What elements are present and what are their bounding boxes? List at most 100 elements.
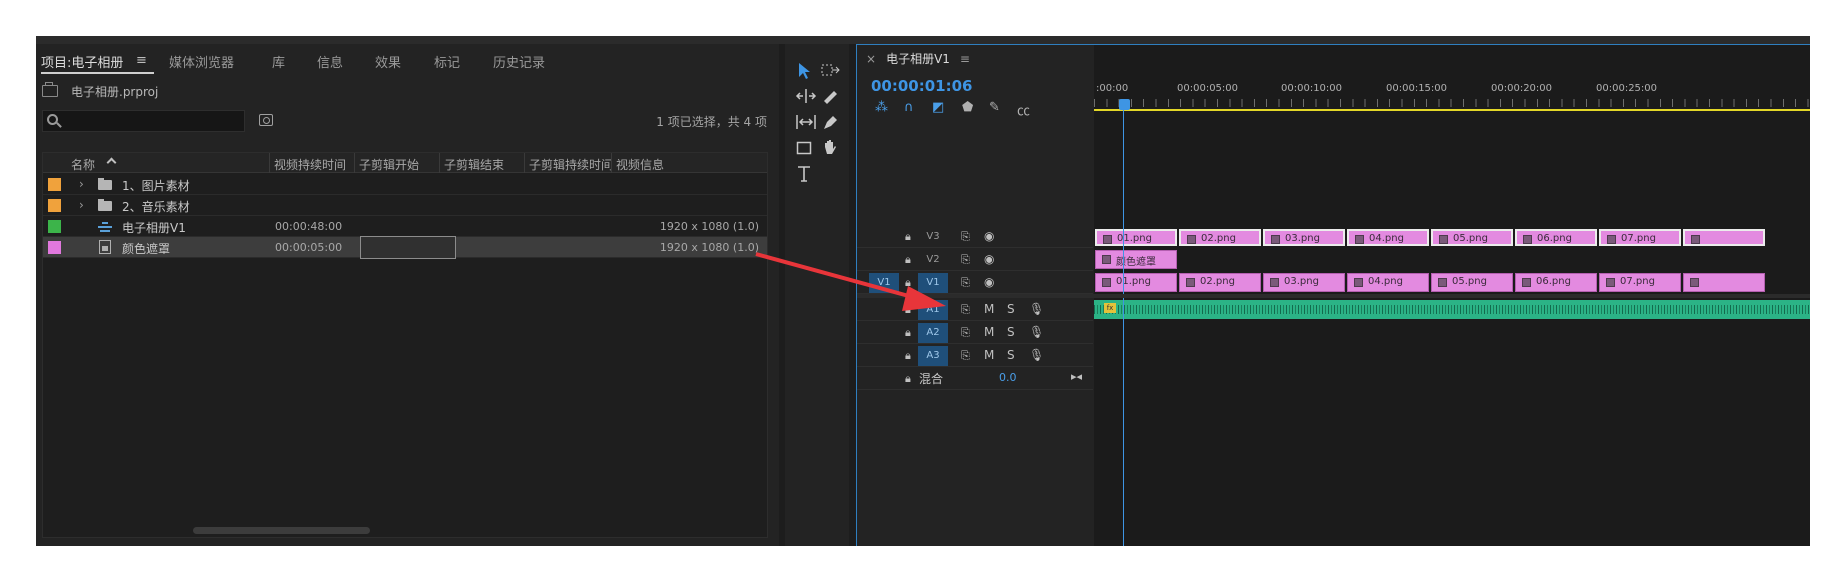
col-subclip-start[interactable]: 子剪辑开始 — [359, 156, 419, 173]
clip[interactable]: 05.png — [1431, 229, 1513, 246]
add-marker-icon[interactable]: ⬟ — [962, 100, 973, 115]
microphone-icon[interactable]: 🎙︎ — [1029, 325, 1044, 339]
panel-menu-icon[interactable]: ≡ — [960, 52, 970, 66]
linked-selection-icon[interactable]: ◩ — [932, 100, 944, 115]
solo-button[interactable]: S — [1007, 348, 1015, 362]
microphone-icon[interactable]: 🎙︎ — [1029, 302, 1044, 316]
track-name[interactable]: V2 — [918, 250, 948, 270]
col-video-duration[interactable]: 视频持续时间 — [274, 156, 346, 173]
label-color-swatch[interactable] — [48, 199, 61, 212]
sync-lock-icon[interactable]: ⎘ — [961, 253, 970, 267]
clip[interactable]: 07.png — [1599, 273, 1681, 292]
find-bin-icon[interactable] — [259, 114, 273, 126]
pen-tool-icon[interactable] — [821, 114, 839, 130]
tab-markers[interactable]: 标记 — [434, 52, 460, 71]
list-item[interactable]: › 1、图片素材 — [43, 174, 767, 195]
lock-icon[interactable]: 🔒︎ — [905, 303, 911, 317]
search-input[interactable] — [42, 110, 245, 132]
wrench-settings-icon[interactable]: ✎ — [989, 100, 1000, 115]
time-ruler[interactable]: :00:00 00:00:05:00 00:00:10:00 00:00:15:… — [1094, 77, 1810, 109]
lock-icon[interactable]: 🔒︎ — [905, 326, 911, 340]
ripple-edit-tool-icon[interactable] — [795, 88, 817, 104]
type-tool-icon[interactable] — [796, 165, 814, 183]
clip[interactable]: 06.png — [1515, 273, 1597, 292]
clip[interactable]: 02.png — [1179, 273, 1261, 292]
clip[interactable] — [1683, 273, 1765, 292]
clip[interactable]: 06.png — [1515, 229, 1597, 246]
lock-icon[interactable]: 🔒︎ — [905, 349, 911, 363]
color-matte-clip[interactable]: 颜色遮罩 — [1095, 250, 1177, 269]
mute-button[interactable]: M — [984, 348, 994, 362]
tab-effects[interactable]: 效果 — [375, 52, 401, 71]
playhead-line[interactable] — [1123, 99, 1124, 546]
mute-button[interactable]: M — [984, 302, 994, 316]
sync-lock-icon[interactable]: ⎘ — [961, 349, 970, 363]
source-patch-v1[interactable]: V1 — [869, 273, 899, 293]
mute-button[interactable]: M — [984, 325, 994, 339]
col-video-info[interactable]: 视频信息 — [616, 156, 664, 173]
label-color-swatch[interactable] — [48, 220, 61, 233]
col-name[interactable]: 名称 — [71, 156, 95, 173]
tab-history[interactable]: 历史记录 — [493, 52, 545, 71]
eye-icon[interactable]: ◉ — [984, 275, 994, 289]
expand-arrow-icon[interactable]: › — [79, 198, 84, 212]
tab-media-browser[interactable]: 媒体浏览器 — [169, 52, 234, 71]
clip[interactable]: 03.png — [1263, 229, 1345, 246]
col-subclip-end[interactable]: 子剪辑结束 — [444, 156, 504, 173]
track-name[interactable]: V3 — [918, 227, 948, 247]
track-name[interactable]: V1 — [918, 273, 948, 293]
hand-tool-icon[interactable] — [821, 138, 839, 156]
sync-lock-icon[interactable]: ⎘ — [961, 276, 970, 290]
horizontal-scrollbar[interactable] — [193, 527, 370, 534]
go-to-end-icon[interactable]: ▸◂ — [1071, 370, 1082, 383]
slip-tool-icon[interactable] — [795, 114, 817, 130]
solo-button[interactable]: S — [1007, 302, 1015, 316]
clip[interactable]: 02.png — [1179, 229, 1261, 246]
tab-info[interactable]: 信息 — [317, 52, 343, 71]
list-item[interactable]: 颜色遮罩 00:00:05:00 1920 x 1080 (1.0) — [43, 236, 767, 259]
work-area-bar[interactable] — [1094, 109, 1810, 111]
lock-icon[interactable]: 🔒︎ — [905, 230, 911, 244]
clip[interactable]: 04.png — [1347, 273, 1429, 292]
list-item[interactable]: › 2、音乐素材 — [43, 195, 767, 216]
lock-icon[interactable]: 🔒︎ — [905, 253, 911, 267]
solo-button[interactable]: S — [1007, 325, 1015, 339]
clip[interactable]: 07.png — [1599, 229, 1681, 246]
sync-lock-icon[interactable]: ⎘ — [961, 230, 970, 244]
captions-icon[interactable]: ㏄ — [1017, 100, 1030, 119]
sort-ascending-icon[interactable] — [106, 157, 117, 168]
sync-lock-icon[interactable]: ⎘ — [961, 326, 970, 340]
track-select-tool-icon[interactable] — [821, 63, 841, 77]
clip[interactable]: 01.png — [1095, 273, 1177, 292]
mix-volume-value[interactable]: 0.0 — [999, 371, 1017, 384]
playhead-handle[interactable] — [1119, 99, 1130, 110]
sequence-tab[interactable]: × 电子相册V1 ≡ — [866, 50, 970, 67]
playhead-timecode[interactable]: 00:00:01:06 — [871, 77, 973, 95]
audio-clip[interactable]: fx — [1094, 300, 1810, 319]
track-name[interactable]: A3 — [918, 346, 948, 366]
tab-project[interactable]: 项目:电子相册 — [41, 52, 123, 71]
microphone-icon[interactable]: 🎙︎ — [1029, 348, 1044, 362]
sync-lock-icon[interactable]: ⎘ — [961, 303, 970, 317]
clip[interactable]: 04.png — [1347, 229, 1429, 246]
lock-icon[interactable]: 🔒︎ — [905, 276, 911, 290]
col-subclip-duration[interactable]: 子剪辑持续时间 — [529, 156, 613, 173]
nest-sequence-icon[interactable]: ⁂ — [875, 100, 888, 115]
tab-libraries[interactable]: 库 — [272, 52, 285, 71]
clip[interactable]: 05.png — [1431, 273, 1513, 292]
track-name[interactable]: A2 — [918, 323, 948, 343]
close-tab-icon[interactable]: × — [866, 52, 876, 66]
list-item[interactable]: 电子相册V1 00:00:48:00 1920 x 1080 (1.0) — [43, 216, 767, 237]
razor-tool-icon[interactable] — [821, 88, 839, 104]
lock-icon[interactable]: 🔒︎ — [905, 372, 911, 386]
expand-arrow-icon[interactable]: › — [79, 177, 84, 191]
eye-icon[interactable]: ◉ — [984, 252, 994, 266]
clip[interactable]: 03.png — [1263, 273, 1345, 292]
label-color-swatch[interactable] — [48, 241, 61, 254]
track-name[interactable]: A1 — [918, 300, 948, 320]
eye-icon[interactable]: ◉ — [984, 229, 994, 243]
label-color-swatch[interactable] — [48, 178, 61, 191]
rectangle-tool-icon[interactable] — [796, 140, 814, 156]
video-audio-divider[interactable] — [857, 294, 1810, 298]
clip[interactable] — [1683, 229, 1765, 246]
